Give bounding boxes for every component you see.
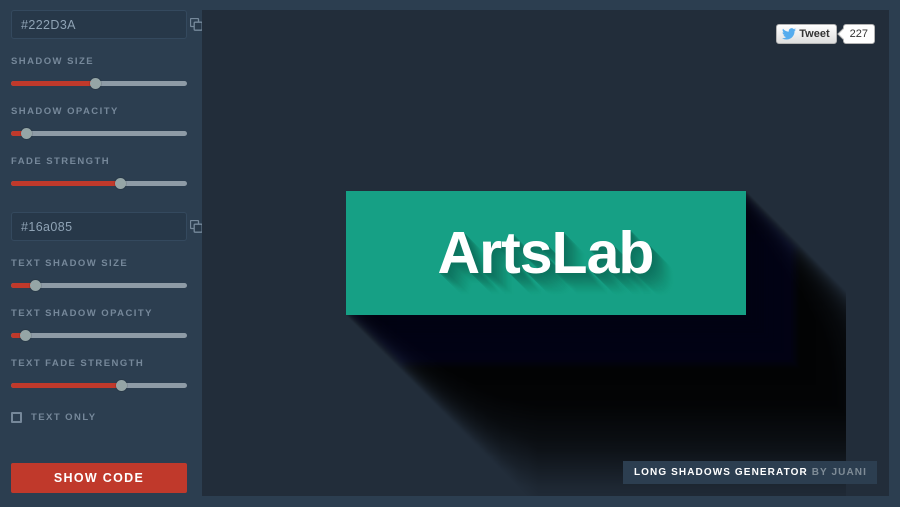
text-only-checkbox[interactable]: TEXT ONLY	[11, 412, 187, 423]
slider-track	[11, 333, 187, 338]
controls-sidebar: SHADOW SIZE SHADOW OPACITY FADE STRENG	[0, 0, 203, 507]
slider-text-shadow-size[interactable]	[11, 278, 187, 292]
show-code-button[interactable]: SHOW CODE	[11, 463, 187, 493]
credit-badge: LONG SHADOWS GENERATOR BY JUANI	[622, 461, 877, 484]
shape-color-field[interactable]	[11, 10, 203, 39]
preview-stage: ArtsLab	[202, 10, 889, 496]
slider-label-text-shadow-size: TEXT SHADOW SIZE	[11, 258, 129, 269]
app-root: SHADOW SIZE SHADOW OPACITY FADE STRENG	[0, 0, 900, 507]
credit-title: LONG SHADOWS GENERATOR	[633, 467, 808, 478]
slider-fill	[11, 181, 121, 186]
shape-color-input[interactable]	[12, 11, 190, 38]
slider-thumb[interactable]	[89, 78, 101, 89]
slider-thumb[interactable]	[19, 330, 31, 341]
tweet-widget: Tweet 227	[776, 24, 875, 44]
checkbox-box-icon[interactable]	[11, 412, 22, 423]
slider-text-shadow-opacity[interactable]	[11, 328, 187, 342]
text-only-label: TEXT ONLY	[31, 412, 97, 423]
preview-box-text: ArtsLab	[437, 219, 655, 286]
slider-fill	[11, 81, 96, 86]
slider-track	[11, 131, 187, 136]
preview-panel: Tweet 227 ArtsLab LONG SHADOWS GENERATOR…	[202, 10, 889, 496]
slider-thumb[interactable]	[116, 380, 128, 391]
slider-shadow-opacity[interactable]	[11, 126, 187, 140]
slider-group-shadow-opacity: SHADOW OPACITY	[11, 106, 187, 140]
slider-label-text-shadow-opacity: TEXT SHADOW OPACITY	[11, 308, 153, 319]
slider-text-fade-strength[interactable]	[11, 378, 187, 392]
tweet-button[interactable]: Tweet	[776, 24, 837, 44]
slider-group-text-shadow-size: TEXT SHADOW SIZE	[11, 258, 187, 292]
slider-label-shadow-size: SHADOW SIZE	[11, 56, 94, 67]
slider-label-shadow-opacity: SHADOW OPACITY	[11, 106, 119, 117]
slider-group-fade-strength: FADE STRENGTH	[11, 156, 187, 190]
shape-with-shadow: ArtsLab	[345, 191, 846, 496]
slider-fade-strength[interactable]	[11, 176, 187, 190]
tweet-count[interactable]: 227	[842, 24, 875, 44]
slider-group-text-fade-strength: TEXT FADE STRENGTH	[11, 358, 187, 392]
text-color-input[interactable]	[12, 213, 190, 240]
tweet-button-label: Tweet	[799, 28, 830, 40]
control-stack: SHADOW SIZE SHADOW OPACITY FADE STRENG	[0, 0, 203, 423]
slider-group-text-shadow-opacity: TEXT SHADOW OPACITY	[11, 308, 187, 342]
slider-thumb[interactable]	[114, 178, 126, 189]
twitter-bird-icon	[782, 28, 797, 40]
preview-box[interactable]: ArtsLab	[345, 191, 746, 315]
slider-shadow-size[interactable]	[11, 76, 187, 90]
slider-label-text-fade-strength: TEXT FADE STRENGTH	[11, 358, 145, 369]
slider-fill	[11, 383, 122, 388]
slider-thumb[interactable]	[30, 280, 42, 291]
credit-by: BY JUANI	[811, 467, 867, 478]
slider-label-fade-strength: FADE STRENGTH	[11, 156, 111, 167]
slider-thumb[interactable]	[21, 128, 33, 139]
tweet-count-value: 227	[849, 28, 868, 40]
slider-group-shadow-size: SHADOW SIZE	[11, 56, 187, 90]
text-color-field[interactable]	[11, 212, 203, 241]
